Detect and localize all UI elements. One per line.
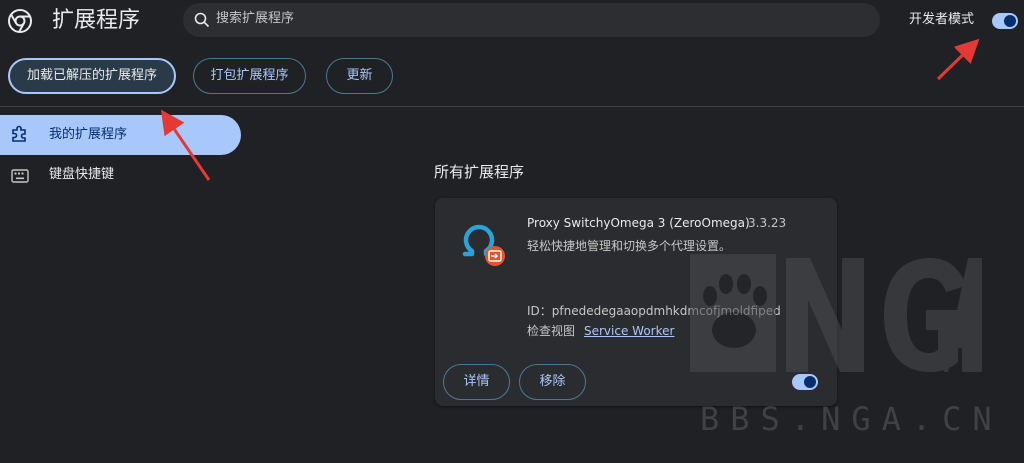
inspect-views-label: 检查视图	[527, 324, 576, 338]
sidebar-item-label: 我的扩展程序	[49, 127, 128, 142]
puzzle-icon	[12, 125, 26, 142]
switchyomega-icon	[462, 224, 505, 266]
sidebar-item-keyboard-shortcuts[interactable]: 键盘快捷键	[49, 166, 114, 184]
keyboard-icon	[11, 169, 29, 183]
chrome-logo-icon	[8, 9, 32, 33]
update-button[interactable]: 更新	[326, 58, 393, 94]
dev-mode-label: 开发者模式	[909, 12, 975, 27]
remove-button[interactable]: 移除	[519, 364, 586, 400]
search-icon	[194, 12, 210, 28]
details-button[interactable]: 详情	[443, 364, 510, 400]
page-title: 扩展程序	[52, 8, 141, 33]
svg-text:BBS.NGA.CN: BBS.NGA.CN	[700, 400, 990, 438]
pack-extension-button[interactable]: 打包扩展程序	[193, 58, 306, 94]
service-worker-link[interactable]: Service Worker	[584, 323, 674, 340]
dev-mode-toggle[interactable]	[992, 13, 1018, 29]
load-unpacked-button[interactable]: 加载已解压的扩展程序	[8, 58, 176, 94]
nga-watermark: BBS.NGA.CN	[690, 254, 990, 438]
extension-version: 3.3.23	[748, 216, 787, 230]
section-title: 所有扩展程序	[434, 163, 525, 181]
search-placeholder[interactable]: 搜索扩展程序	[216, 10, 294, 28]
extension-name: Proxy SwitchyOmega 3 (ZeroOmega)	[527, 216, 750, 230]
arrow-to-dev-toggle	[936, 38, 980, 81]
toggle-knob	[1004, 15, 1016, 27]
toolbar-divider	[0, 106, 1024, 107]
